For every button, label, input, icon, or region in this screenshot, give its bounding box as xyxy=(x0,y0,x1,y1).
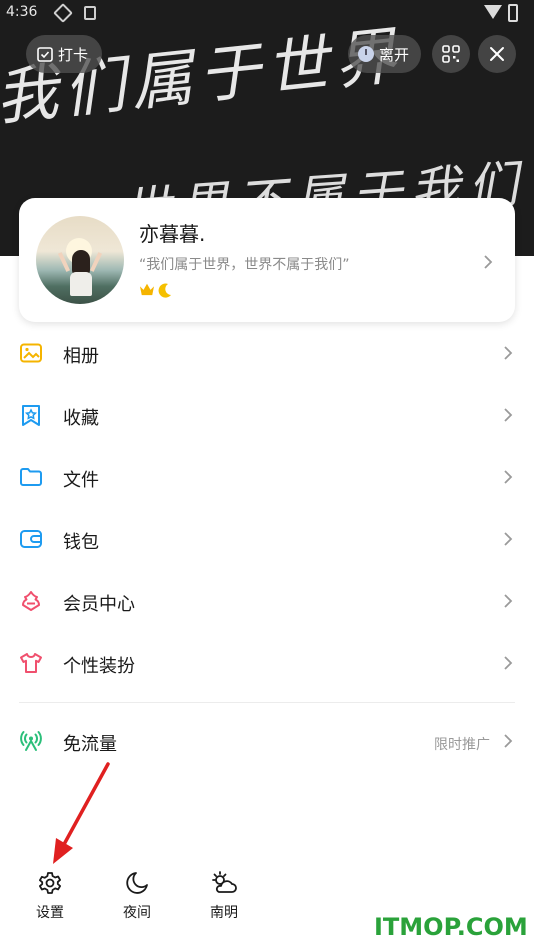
avatar[interactable] xyxy=(36,216,124,304)
menu-item-label: 收藏 xyxy=(63,408,99,429)
away-status-button[interactable]: 离开 xyxy=(348,35,422,73)
chevron-right-icon xyxy=(504,346,513,360)
chevron-right-icon xyxy=(504,532,513,546)
chevron-right-icon xyxy=(504,470,513,484)
close-button[interactable] xyxy=(478,35,516,73)
status-notification-icon xyxy=(53,3,73,23)
menu-item-files[interactable]: 文件 xyxy=(0,446,534,508)
battery-icon xyxy=(508,4,518,22)
weather-icon xyxy=(212,871,237,893)
checkin-label: 打卡 xyxy=(58,45,89,64)
profile-card[interactable]: 亦暮暮. “我们属于世界，世界不属于我们” xyxy=(19,198,515,322)
signal-tower-icon xyxy=(20,731,42,751)
calendar-check-icon xyxy=(37,47,53,62)
menu-item-label: 会员中心 xyxy=(63,594,135,615)
menu-item-label: 钱包 xyxy=(63,532,99,553)
weather-label: 南明 xyxy=(210,905,238,921)
chevron-right-icon xyxy=(504,408,513,422)
menu-item-personalize[interactable]: 个性装扮 xyxy=(0,632,534,694)
watermark: ITMOP.COM xyxy=(374,913,528,941)
favorites-icon xyxy=(22,405,40,426)
qr-code-button[interactable] xyxy=(432,35,470,73)
menu-item-wallet[interactable]: 钱包 xyxy=(0,508,534,570)
member-icon xyxy=(22,591,40,611)
chevron-right-icon xyxy=(504,656,513,670)
chevron-right-icon xyxy=(504,594,513,608)
wifi-icon xyxy=(484,5,502,19)
wallet-icon xyxy=(20,530,42,548)
chevron-right-icon xyxy=(484,255,493,269)
menu-item-member-center[interactable]: 会员中心 xyxy=(0,570,534,632)
menu-item-album[interactable]: 相册 xyxy=(0,322,534,384)
qr-code-icon xyxy=(442,45,460,63)
settings-label: 设置 xyxy=(36,905,64,921)
status-app-icon xyxy=(84,6,96,20)
settings-button[interactable]: 设置 xyxy=(20,866,80,926)
promo-hint: 限时推广 xyxy=(434,737,490,753)
menu-item-label: 相册 xyxy=(63,346,99,367)
menu-item-label: 免流量 xyxy=(63,734,117,755)
clock-icon xyxy=(358,46,374,62)
status-time: 4:36 xyxy=(6,4,38,20)
avatar-figure xyxy=(57,250,103,304)
moon-icon xyxy=(158,283,171,298)
away-label: 离开 xyxy=(379,45,410,64)
profile-nickname: 亦暮暮. xyxy=(139,222,206,246)
folder-icon xyxy=(20,468,42,486)
menu-divider xyxy=(19,702,515,703)
close-icon xyxy=(490,47,504,61)
menu-item-label: 个性装扮 xyxy=(63,656,135,677)
weather-button[interactable]: 南明 xyxy=(194,866,254,926)
chevron-right-icon xyxy=(504,734,513,748)
gear-icon xyxy=(39,872,61,894)
crown-icon xyxy=(140,283,154,296)
tshirt-icon xyxy=(20,653,42,673)
checkin-button[interactable]: 打卡 xyxy=(26,35,103,73)
status-bar: 4:36 xyxy=(0,0,534,26)
album-icon xyxy=(20,343,42,363)
menu-item-label: 文件 xyxy=(63,470,99,491)
night-mode-button[interactable]: 夜间 xyxy=(107,866,167,926)
night-mode-label: 夜间 xyxy=(123,905,151,921)
moon-icon xyxy=(126,872,148,894)
menu-item-favorites[interactable]: 收藏 xyxy=(0,384,534,446)
profile-badges xyxy=(139,282,173,298)
profile-signature: “我们属于世界，世界不属于我们” xyxy=(139,257,350,273)
